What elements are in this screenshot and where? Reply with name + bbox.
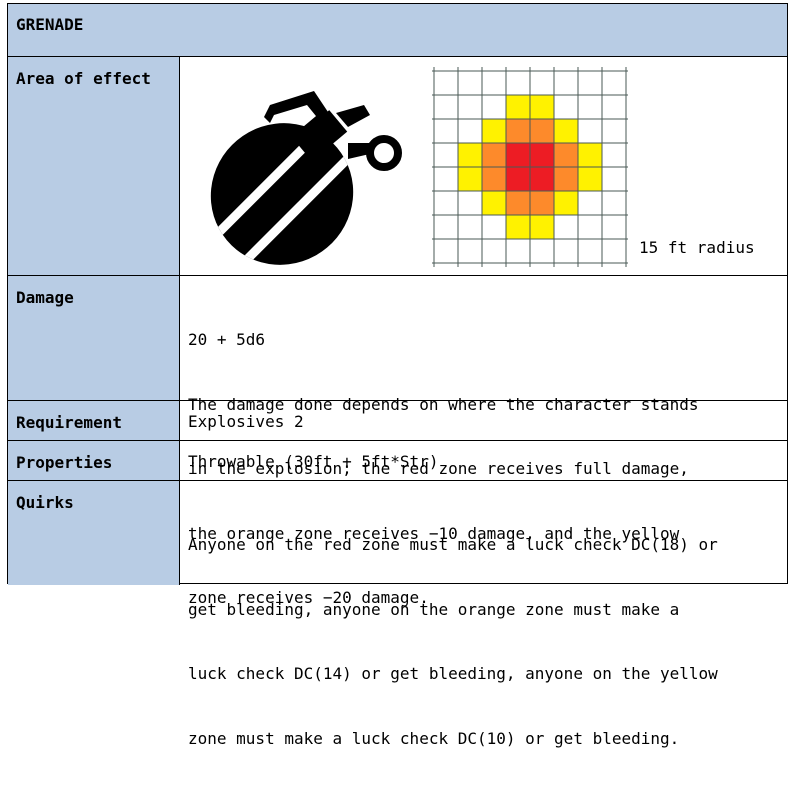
blast-cell xyxy=(506,119,530,143)
grenade-icon xyxy=(206,91,402,267)
blast-cell xyxy=(530,167,554,191)
requirement-label: Requirement xyxy=(16,413,122,432)
blast-cell xyxy=(482,119,506,143)
quirks-text: Anyone on the red zone must make a luck … xyxy=(188,491,718,792)
blast-cell xyxy=(506,143,530,167)
damage-line: 20 + 5d6 xyxy=(188,330,266,349)
properties-label: Properties xyxy=(16,453,113,472)
quirks-line: Anyone on the red zone must make a luck … xyxy=(188,535,718,554)
requirement-value: Explosives 2 xyxy=(188,412,304,431)
properties-row: Properties Throwable (30ft + 5ft*Str) xyxy=(8,441,787,481)
quirks-row: Quirks Anyone on the red zone must make … xyxy=(8,481,787,748)
blast-cell xyxy=(578,167,602,191)
blast-cell xyxy=(578,143,602,167)
blast-cell xyxy=(530,119,554,143)
quirks-line: get bleeding, anyone on the orange zone … xyxy=(188,599,680,619)
blast-cell xyxy=(530,191,554,215)
blast-cell xyxy=(554,143,578,167)
blast-cell xyxy=(554,191,578,215)
label-cell: Requirement xyxy=(8,401,180,440)
quirks-label: Quirks xyxy=(16,493,74,512)
blast-cell xyxy=(482,191,506,215)
blast-cell xyxy=(506,167,530,191)
blast-cell xyxy=(530,143,554,167)
damage-label: Damage xyxy=(16,288,74,307)
card-title: GRENADE xyxy=(16,15,84,34)
blast-cell xyxy=(506,95,530,119)
title-row: GRENADE xyxy=(8,4,787,57)
label-cell: Damage xyxy=(8,276,180,400)
blast-cell xyxy=(458,143,482,167)
radius-label: 15 ft radius xyxy=(639,238,755,257)
label-cell: Area of effect xyxy=(8,57,180,275)
blast-cell xyxy=(554,167,578,191)
area-of-effect-row: Area of effect 15 ft radius xyxy=(8,57,787,276)
blast-radius-grid xyxy=(432,67,628,267)
label-cell: Quirks xyxy=(8,481,180,585)
blast-cell xyxy=(482,167,506,191)
area-of-effect-label: Area of effect xyxy=(16,69,151,88)
blast-cell xyxy=(530,215,554,239)
blast-cell xyxy=(458,167,482,191)
blast-cell xyxy=(506,191,530,215)
properties-value: Throwable (30ft + 5ft*Str) xyxy=(188,452,439,471)
blast-cell xyxy=(482,143,506,167)
label-cell: Properties xyxy=(8,441,180,480)
grenade-card: GRENADE Area of effect 15 ft radius Dama… xyxy=(7,3,788,748)
damage-row: Damage 20 + 5d6 The damage done depends … xyxy=(8,276,787,607)
blast-cell xyxy=(506,215,530,239)
quirks-line: luck check DC(14) or get bleeding, anyon… xyxy=(188,664,718,683)
blast-cell xyxy=(530,95,554,119)
blast-cell xyxy=(554,119,578,143)
requirement-row: Requirement Explosives 2 xyxy=(8,401,787,441)
quirks-line: zone must make a luck check DC(10) or ge… xyxy=(188,728,680,748)
